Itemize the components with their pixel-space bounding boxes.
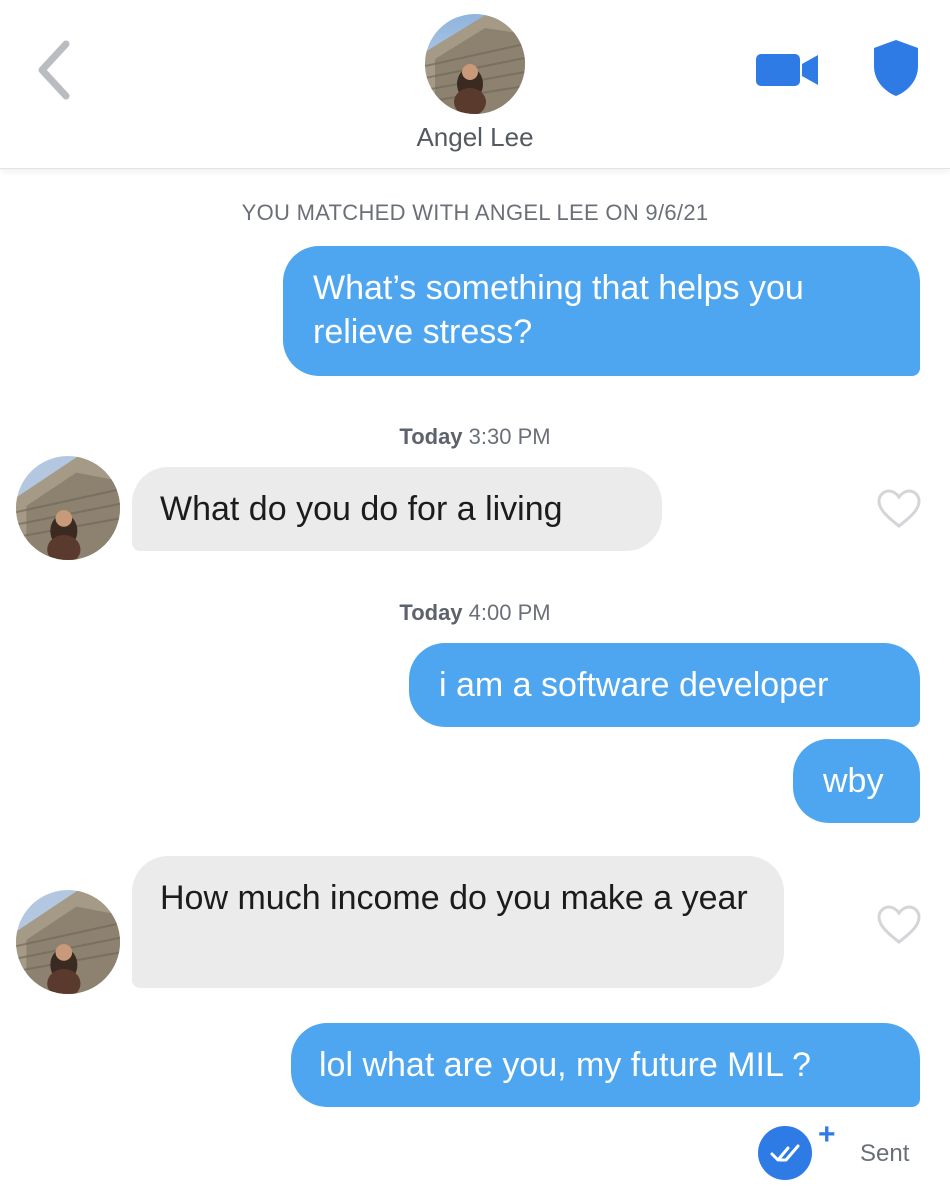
timestamp: Today 3:30 PM xyxy=(0,424,950,450)
like-button[interactable] xyxy=(876,488,922,530)
incoming-message[interactable]: What do you do for a living xyxy=(132,467,662,551)
read-receipt-button[interactable] xyxy=(758,1126,812,1180)
message-text: wby xyxy=(823,762,884,800)
timestamp-day: Today xyxy=(399,600,463,625)
outgoing-message[interactable]: What’s something that helps you relieve … xyxy=(283,246,920,376)
match-name: Angel Lee xyxy=(416,122,534,152)
read-receipt-plus[interactable]: + xyxy=(818,1118,836,1152)
video-call-button[interactable] xyxy=(756,52,824,88)
sent-status: Sent xyxy=(860,1140,910,1167)
message-text: What do you do for a living xyxy=(160,490,563,528)
heart-icon xyxy=(877,905,921,944)
outgoing-message[interactable]: wby xyxy=(793,739,920,823)
outgoing-message[interactable]: lol what are you, my future MIL ? xyxy=(291,1023,920,1107)
message-text: i am a software developer xyxy=(439,666,829,704)
match-avatar-small[interactable] xyxy=(16,456,120,560)
outgoing-message[interactable]: i am a software developer xyxy=(409,643,920,727)
timestamp-time: 4:00 PM xyxy=(468,600,551,625)
avatar-photo xyxy=(16,890,120,994)
like-button[interactable] xyxy=(876,904,922,946)
heart-icon xyxy=(877,489,921,528)
message-text: lol what are you, my future MIL ? xyxy=(319,1046,811,1084)
chevron-left-icon xyxy=(38,40,70,100)
avatar-photo xyxy=(425,14,525,114)
shield-icon xyxy=(874,40,918,96)
video-camera-icon xyxy=(756,54,818,86)
timestamp-day: Today xyxy=(399,424,463,449)
chat-header: Angel Lee xyxy=(0,0,950,169)
match-avatar-small[interactable] xyxy=(16,890,120,994)
message-text: How much income do you make a year xyxy=(160,879,748,917)
safety-button[interactable] xyxy=(870,38,922,98)
back-button[interactable] xyxy=(30,38,80,102)
match-notice: YOU MATCHED WITH ANGEL LEE ON 9/6/21 xyxy=(241,200,709,225)
avatar-photo xyxy=(16,456,120,560)
match-avatar[interactable] xyxy=(425,14,525,114)
timestamp: Today 4:00 PM xyxy=(0,600,950,626)
timestamp-time: 3:30 PM xyxy=(468,424,551,449)
incoming-message[interactable]: How much income do you make a year xyxy=(132,856,784,988)
double-check-icon xyxy=(770,1144,800,1162)
message-text: What’s something that helps you relieve … xyxy=(313,269,804,351)
